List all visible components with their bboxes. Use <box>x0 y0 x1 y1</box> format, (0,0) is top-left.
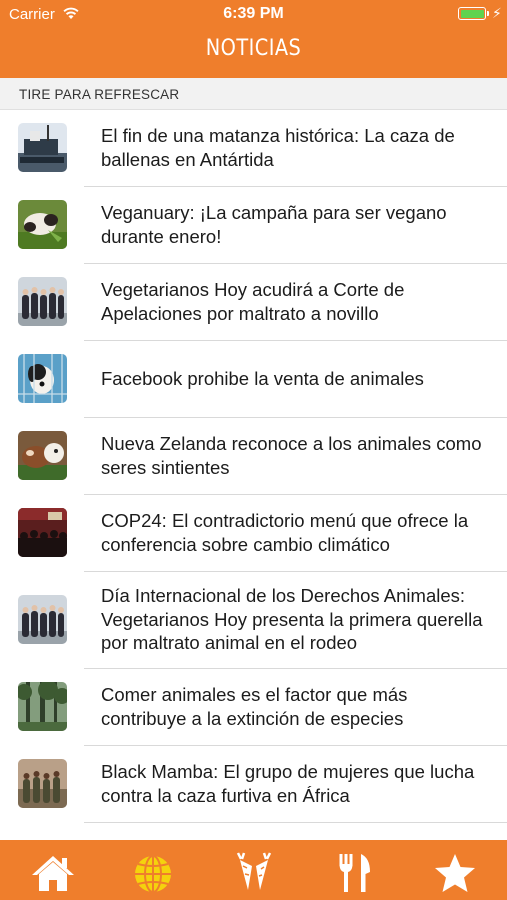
news-thumbnail <box>18 277 67 326</box>
news-title: El fin de una matanza histórica: La caza… <box>101 125 455 170</box>
news-title: Black Mamba: El grupo de mujeres que luc… <box>101 761 475 806</box>
news-title: Facebook prohibe la venta de animales <box>101 368 424 389</box>
charging-bolt-icon: ⚡ <box>492 5 502 21</box>
news-row[interactable]: El fin de una matanza histórica: La caza… <box>0 110 507 187</box>
battery-tip <box>487 11 489 16</box>
tab-restaurants[interactable] <box>331 852 379 894</box>
news-row[interactable]: Veganuary: ¡La campaña para ser vegano d… <box>0 187 507 264</box>
carrots-icon <box>236 852 272 890</box>
news-thumbnail <box>18 682 67 731</box>
status-time: 6:39 PM <box>223 5 284 22</box>
news-thumbnail <box>18 354 67 403</box>
fork-knife-icon <box>339 854 370 892</box>
tab-favorites[interactable] <box>431 852 479 894</box>
news-row[interactable]: Nueva Zelanda reconoce a los animales co… <box>0 418 507 495</box>
news-row[interactable]: Día Internacional de los Derechos Animal… <box>0 572 507 669</box>
news-row[interactable]: Comer animales es el factor que más cont… <box>0 669 507 746</box>
news-row[interactable]: COP24: El contradictorio menú que ofrece… <box>0 495 507 572</box>
news-row[interactable]: Black Mamba: El grupo de mujeres que luc… <box>0 746 507 823</box>
news-row[interactable]: Vegetarianos Hoy acudirá a Corte de Apel… <box>0 264 507 341</box>
news-thumbnail <box>18 595 67 644</box>
tab-news[interactable] <box>129 852 177 894</box>
status-bar: Carrier 6:39 PM ⚡ <box>0 0 507 28</box>
home-icon <box>32 856 74 891</box>
star-icon <box>435 854 475 892</box>
navigation-header: Carrier 6:39 PM ⚡ NOTICIAS <box>0 0 507 78</box>
news-thumbnail <box>18 508 67 557</box>
page-title: NOTICIAS <box>205 36 302 61</box>
globe-icon <box>135 855 171 893</box>
news-list[interactable]: El fin de una matanza histórica: La caza… <box>0 110 507 823</box>
refresh-hint-label: TIRE PARA REFRESCAR <box>19 87 180 102</box>
news-thumbnail <box>18 759 67 808</box>
tab-vegan-food[interactable] <box>230 852 278 894</box>
row-separator <box>84 822 507 823</box>
pull-to-refresh-banner[interactable]: TIRE PARA REFRESCAR <box>0 78 507 110</box>
tab-home[interactable] <box>29 852 77 894</box>
news-title: Vegetarianos Hoy acudirá a Corte de Apel… <box>101 279 405 324</box>
tab-bar <box>0 840 507 900</box>
news-title: Nueva Zelanda reconoce a los animales co… <box>101 433 482 478</box>
news-thumbnail <box>18 431 67 480</box>
news-row[interactable]: Facebook prohibe la venta de animales <box>0 341 507 418</box>
news-title: Día Internacional de los Derechos Animal… <box>101 585 483 653</box>
news-title: Comer animales es el factor que más cont… <box>101 684 408 729</box>
news-thumbnail <box>18 200 67 249</box>
battery-icon <box>458 7 486 20</box>
news-thumbnail <box>18 123 67 172</box>
news-title: COP24: El contradictorio menú que ofrece… <box>101 510 469 555</box>
news-title: Veganuary: ¡La campaña para ser vegano d… <box>101 202 447 247</box>
